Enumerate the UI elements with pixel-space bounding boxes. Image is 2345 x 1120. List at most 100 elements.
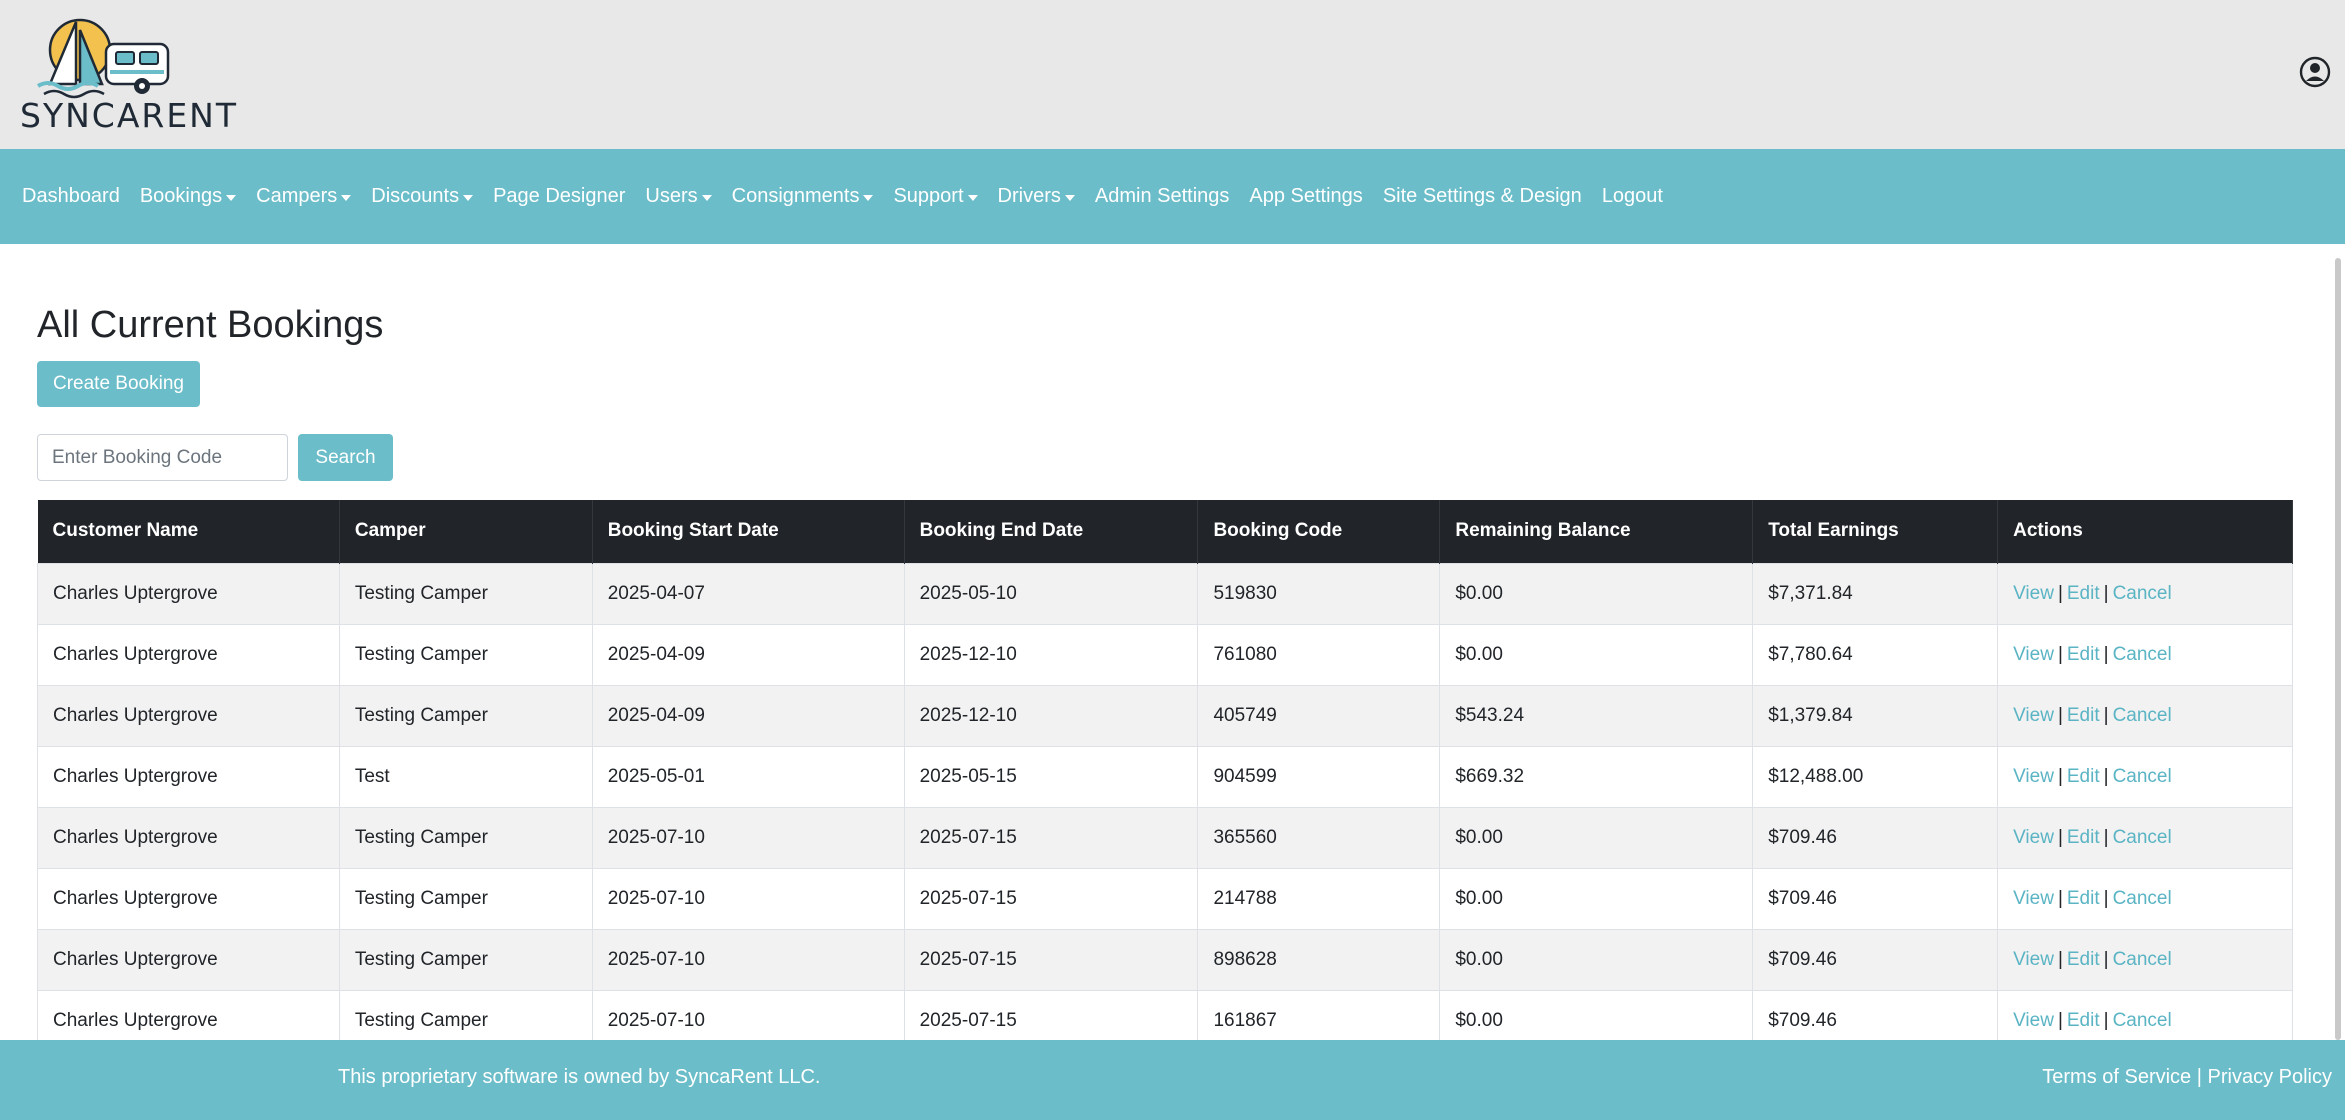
nav-support[interactable]: Support — [893, 185, 978, 208]
table-cell: $709.46 — [1752, 928, 1999, 990]
row-actions: View | Edit | Cancel — [1997, 623, 2293, 685]
brand-wordmark: SYNCARENT — [20, 96, 239, 135]
action-separator: | — [2103, 643, 2109, 665]
table-row: Charles Uptergrove Testing Camper 2025-04-… — [37, 623, 2293, 685]
column-header: Actions — [1997, 500, 2293, 563]
table-cell: Testing Camper — [339, 928, 593, 990]
view-link[interactable]: View — [2013, 827, 2054, 848]
create-booking-button[interactable]: Create Booking — [37, 361, 200, 407]
edit-link[interactable]: Edit — [2067, 1010, 2100, 1031]
view-link[interactable]: View — [2013, 1010, 2054, 1031]
nav-campers[interactable]: Campers — [256, 185, 352, 208]
table-cell: 898628 — [1197, 928, 1441, 990]
table-cell: Charles Uptergrove — [37, 928, 340, 990]
view-link[interactable]: View — [2013, 766, 2054, 787]
action-separator: | — [2103, 704, 2109, 726]
top-header: SYNCARENT — [0, 0, 2345, 149]
table-cell: Testing Camper — [339, 623, 593, 685]
action-separator: | — [2057, 704, 2063, 726]
booking-code-search-input[interactable] — [37, 434, 288, 481]
cancel-link[interactable]: Cancel — [2113, 583, 2172, 604]
action-separator: | — [2103, 826, 2109, 848]
view-link[interactable]: View — [2013, 949, 2054, 970]
nav-consignments[interactable]: Consignments — [732, 185, 874, 208]
page-scrollbar[interactable] — [2335, 258, 2341, 1040]
table-cell: Charles Uptergrove — [37, 623, 340, 685]
edit-link[interactable]: Edit — [2067, 766, 2100, 787]
column-header: Customer Name — [37, 500, 340, 563]
caret-down-icon — [226, 194, 237, 201]
table-cell: Charles Uptergrove — [37, 745, 340, 807]
table-cell: Charles Uptergrove — [37, 867, 340, 929]
user-circle-icon[interactable] — [2299, 56, 2331, 88]
table-cell: Test — [339, 745, 593, 807]
table-cell: 405749 — [1197, 684, 1441, 746]
table-body: Charles Uptergrove Testing Camper 2025-04-… — [37, 562, 2293, 1051]
view-link[interactable]: View — [2013, 888, 2054, 909]
nav-dashboard[interactable]: Dashboard — [22, 185, 120, 208]
table-cell: 2025-05-10 — [904, 562, 1199, 624]
table-cell: $1,379.84 — [1752, 684, 1999, 746]
table-cell: $12,488.00 — [1752, 745, 1999, 807]
cancel-link[interactable]: Cancel — [2113, 705, 2172, 726]
brand-logo[interactable]: SYNCARENT — [18, 14, 236, 135]
edit-link[interactable]: Edit — [2067, 827, 2100, 848]
caret-down-icon — [967, 194, 978, 201]
sailboat-camper-logo-icon — [36, 18, 170, 99]
table-cell: 2025-04-09 — [592, 623, 905, 685]
cancel-link[interactable]: Cancel — [2113, 644, 2172, 665]
table-cell: Testing Camper — [339, 867, 593, 929]
view-link[interactable]: View — [2013, 644, 2054, 665]
column-header: Booking End Date — [904, 500, 1199, 563]
nav-bookings[interactable]: Bookings — [140, 185, 237, 208]
cancel-link[interactable]: Cancel — [2113, 766, 2172, 787]
privacy-policy-link[interactable]: Privacy Policy — [2208, 1066, 2332, 1088]
table-cell: Testing Camper — [339, 562, 593, 624]
edit-link[interactable]: Edit — [2067, 583, 2100, 604]
table-cell: 2025-07-15 — [904, 928, 1199, 990]
nav-users[interactable]: Users — [645, 185, 712, 208]
nav-drivers[interactable]: Drivers — [998, 185, 1075, 208]
table-row: Charles Uptergrove Test 2025-05-01 2025-05-… — [37, 745, 2293, 807]
edit-link[interactable]: Edit — [2067, 644, 2100, 665]
caret-down-icon — [463, 194, 474, 201]
row-actions: View | Edit | Cancel — [1997, 928, 2293, 990]
table-cell: Charles Uptergrove — [37, 684, 340, 746]
row-actions: View | Edit | Cancel — [1997, 562, 2293, 624]
cancel-link[interactable]: Cancel — [2113, 1010, 2172, 1031]
view-link[interactable]: View — [2013, 705, 2054, 726]
row-actions: View | Edit | Cancel — [1997, 867, 2293, 929]
view-link[interactable]: View — [2013, 583, 2054, 604]
column-header: Booking Start Date — [592, 500, 905, 563]
table-cell: $709.46 — [1752, 806, 1999, 868]
cancel-link[interactable]: Cancel — [2113, 888, 2172, 909]
bookings-table: Customer Name Camper Booking Start Date … — [37, 500, 2293, 1051]
nav-admin-settings[interactable]: Admin Settings — [1095, 185, 1230, 208]
cancel-link[interactable]: Cancel — [2113, 949, 2172, 970]
edit-link[interactable]: Edit — [2067, 888, 2100, 909]
table-row: Charles Uptergrove Testing Camper 2025-07-… — [37, 928, 2293, 990]
table-cell: 2025-07-15 — [904, 806, 1199, 868]
action-separator: | — [2103, 582, 2109, 604]
caret-down-icon — [341, 194, 352, 201]
nav-discounts[interactable]: Discounts — [371, 185, 474, 208]
cancel-link[interactable]: Cancel — [2113, 827, 2172, 848]
table-cell: 2025-05-15 — [904, 745, 1199, 807]
table-cell: 2025-12-10 — [904, 684, 1199, 746]
terms-of-service-link[interactable]: Terms of Service — [2042, 1066, 2191, 1088]
caret-down-icon — [1064, 194, 1075, 201]
table-cell: 2025-12-10 — [904, 623, 1199, 685]
edit-link[interactable]: Edit — [2067, 949, 2100, 970]
nav-logout[interactable]: Logout — [1602, 185, 1663, 208]
table-cell: 904599 — [1197, 745, 1441, 807]
table-cell: 2025-07-10 — [592, 806, 905, 868]
nav-app-settings[interactable]: App Settings — [1249, 185, 1362, 208]
table-cell: $0.00 — [1439, 867, 1754, 929]
nav-site-settings-design[interactable]: Site Settings & Design — [1383, 185, 1582, 208]
edit-link[interactable]: Edit — [2067, 705, 2100, 726]
table-cell: Testing Camper — [339, 806, 593, 868]
table-row: Charles Uptergrove Testing Camper 2025-04-… — [37, 562, 2293, 624]
table-cell: $709.46 — [1752, 867, 1999, 929]
nav-page-designer[interactable]: Page Designer — [493, 185, 625, 208]
search-button[interactable]: Search — [298, 434, 393, 481]
